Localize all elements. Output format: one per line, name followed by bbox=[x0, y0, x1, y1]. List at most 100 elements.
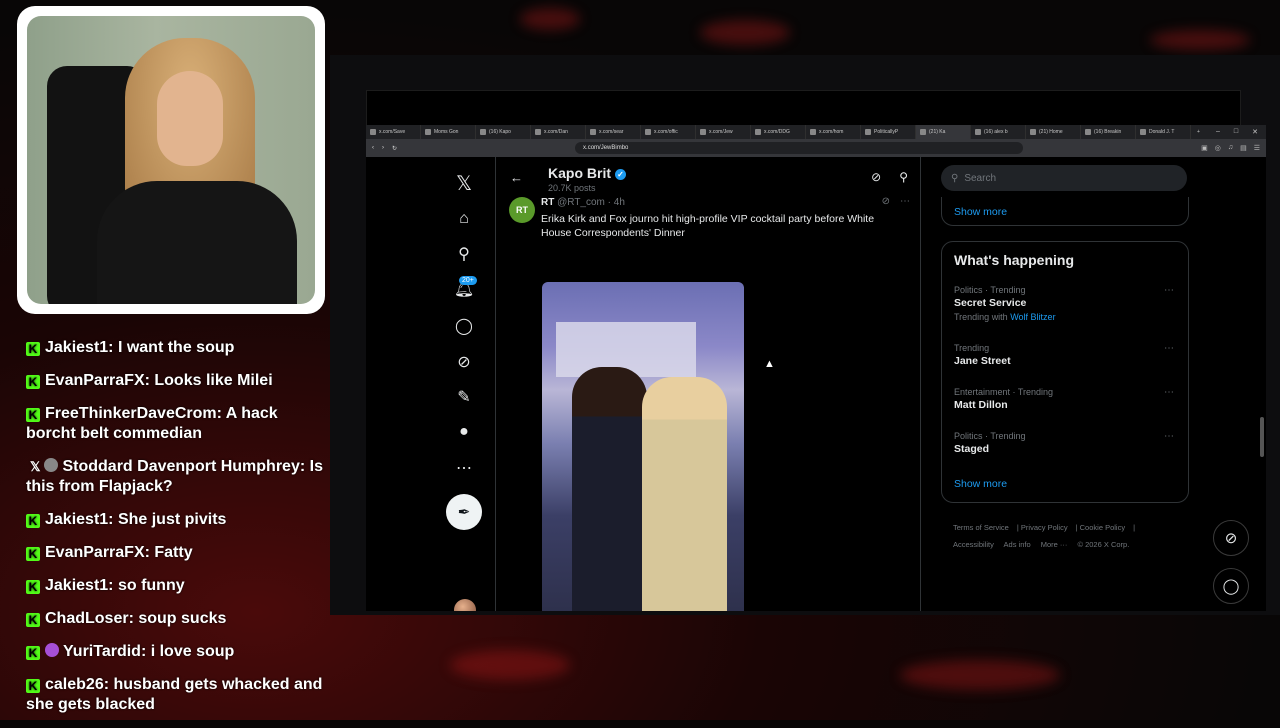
chat-message: K ChadLoser: soup sucks bbox=[26, 609, 326, 629]
show-more-link[interactable]: Show more bbox=[954, 206, 1007, 218]
account-avatar[interactable] bbox=[454, 599, 476, 611]
extension-icon[interactable]: ♫ bbox=[1228, 144, 1233, 152]
cookie-link[interactable]: Cookie Policy bbox=[1080, 523, 1125, 532]
tab-favicon-icon bbox=[810, 129, 816, 135]
trend-with-prefix: Trending with bbox=[954, 312, 1008, 322]
webcam-person-face bbox=[157, 71, 223, 166]
browser-tab[interactable]: (16) Kapo bbox=[476, 125, 531, 139]
x-logo-icon[interactable]: 𝕏 bbox=[446, 165, 482, 201]
chat-text: : Fatty bbox=[144, 544, 193, 561]
menu-icon[interactable]: ☰ bbox=[1254, 144, 1260, 152]
more-link[interactable]: More ··· bbox=[1041, 540, 1068, 549]
back-nav-icon[interactable]: ‹ bbox=[372, 145, 374, 151]
profile-timeline: ← Kapo Brit ✓ 20.7K posts ⊘ ⚲ RT RT @RT_c… bbox=[495, 157, 921, 611]
new-tab-icon[interactable]: + bbox=[1191, 129, 1206, 135]
tab-favicon-icon bbox=[1030, 129, 1036, 135]
url-field[interactable]: x.com/JewBimbo bbox=[575, 142, 1024, 154]
tab-label: x.com/hom bbox=[819, 129, 844, 135]
chat-message: K Jakiest1: so funny bbox=[26, 576, 326, 596]
back-arrow-icon[interactable]: ← bbox=[510, 170, 523, 185]
extension-icon[interactable]: ▣ bbox=[1201, 144, 1208, 152]
tweet-handle[interactable]: @RT_com · 4h bbox=[557, 197, 625, 208]
browser-tab[interactable]: (21) Home bbox=[1026, 125, 1081, 139]
extension-icon[interactable]: ◎ bbox=[1215, 144, 1221, 152]
background-bokeh bbox=[900, 660, 1060, 690]
extension-icon[interactable]: ▤ bbox=[1240, 144, 1247, 152]
message-icon[interactable]: ◯ bbox=[446, 308, 482, 344]
search-icon[interactable]: ⚲ bbox=[899, 170, 908, 184]
chat-message: K FreeThinkerDaveCrom: A hack borcht belt… bbox=[26, 404, 326, 444]
person-icon[interactable]: ● bbox=[446, 414, 482, 450]
browser-tab[interactable]: Moms Gon bbox=[421, 125, 476, 139]
tweet-photo[interactable] bbox=[542, 282, 744, 611]
trend-item[interactable]: Politics · Trending Secret Service Trend… bbox=[954, 285, 1180, 322]
whats-happening-box: What's happening Politics · Trending Sec… bbox=[941, 241, 1189, 503]
search-icon[interactable]: ⚲ bbox=[446, 236, 482, 272]
grok-icon[interactable]: ⊘ bbox=[882, 196, 890, 207]
trend-with-link[interactable]: Wolf Blitzer bbox=[1010, 312, 1055, 322]
forward-nav-icon[interactable]: › bbox=[382, 145, 384, 151]
webcam-frame bbox=[17, 6, 325, 314]
grok-icon[interactable]: ⊘ bbox=[871, 170, 881, 184]
browser-tab[interactable]: x.com/sear bbox=[586, 125, 641, 139]
trend-name: Jane Street bbox=[954, 355, 1011, 367]
kick-platform-icon: K bbox=[26, 580, 40, 594]
tweet-author[interactable]: RT bbox=[541, 197, 554, 208]
tab-favicon-icon bbox=[1140, 129, 1146, 135]
accessibility-link[interactable]: Accessibility bbox=[953, 540, 994, 549]
whats-happening-title: What's happening bbox=[954, 252, 1074, 268]
minimize-icon[interactable]: – bbox=[1216, 128, 1220, 136]
show-more-link[interactable]: Show more bbox=[954, 478, 1007, 490]
background-bokeh bbox=[700, 20, 790, 45]
browser-tab[interactable]: x.com/hom bbox=[806, 125, 861, 139]
more-icon[interactable]: ⋯ bbox=[1164, 343, 1174, 354]
chat-message: K EvanParraFX: Looks like Milei bbox=[26, 371, 326, 391]
grok-icon[interactable]: ⊘ bbox=[1213, 520, 1249, 556]
more-icon[interactable]: ⋯ bbox=[1164, 387, 1174, 398]
chat-username: ChadLoser bbox=[45, 610, 129, 627]
webcam-person-body bbox=[97, 181, 297, 304]
home-icon[interactable]: ⌂ bbox=[446, 201, 482, 237]
trend-item[interactable]: Politics · Trending Staged ⋯ bbox=[954, 431, 1180, 455]
post-count: 20.7K posts bbox=[548, 183, 596, 193]
more-icon[interactable]: ⋯ bbox=[1164, 285, 1174, 296]
tweet-tools: ⊘ ⋯ bbox=[882, 196, 910, 207]
browser-tab[interactable]: x.com/DDG bbox=[751, 125, 806, 139]
browser-tab[interactable]: x.com/Dan bbox=[531, 125, 586, 139]
chat-username: Stoddard Davenport Humphrey bbox=[62, 458, 300, 475]
trend-item[interactable]: Trending Jane Street ⋯ bbox=[954, 343, 1180, 367]
scrollbar[interactable] bbox=[1260, 417, 1264, 457]
chat-text: : so funny bbox=[108, 577, 185, 594]
browser-tab[interactable]: x.com/Save bbox=[366, 125, 421, 139]
x-platform-icon: 𝕏 bbox=[30, 459, 41, 474]
message-icon[interactable]: ◯ bbox=[1213, 568, 1249, 604]
close-icon[interactable]: ✕ bbox=[1252, 128, 1258, 136]
browser-tab[interactable]: PoliticallyP bbox=[861, 125, 916, 139]
grok-icon[interactable]: ⊘ bbox=[446, 344, 482, 380]
tab-favicon-icon bbox=[645, 129, 651, 135]
trend-category: Trending bbox=[954, 343, 990, 353]
trend-item[interactable]: Entertainment · Trending Matt Dillon ⋯ bbox=[954, 387, 1180, 411]
browser-tab[interactable]: x.com/Jew bbox=[696, 125, 751, 139]
reload-icon[interactable]: ↻ bbox=[392, 145, 397, 152]
browser-tab[interactable]: (21) Ka bbox=[916, 125, 971, 139]
compose-icon[interactable]: ✒ bbox=[446, 494, 482, 530]
more-icon[interactable]: ⋯ bbox=[446, 450, 482, 486]
more-icon[interactable]: ⋯ bbox=[1164, 431, 1174, 442]
browser-tab[interactable]: Donald J. T bbox=[1136, 125, 1191, 139]
ads-link[interactable]: Ads info bbox=[1004, 540, 1031, 549]
search-input[interactable]: ⚲ Search bbox=[941, 165, 1187, 191]
tweet-avatar[interactable]: RT bbox=[509, 197, 535, 223]
privacy-link[interactable]: Privacy Policy bbox=[1021, 523, 1068, 532]
terms-link[interactable]: Terms of Service bbox=[953, 523, 1009, 532]
chat-text: : i love soup bbox=[140, 643, 235, 660]
maximize-icon[interactable]: □ bbox=[1234, 128, 1238, 136]
browser-tab[interactable]: (16) alex b bbox=[971, 125, 1026, 139]
list-icon[interactable]: ✎ bbox=[446, 379, 482, 415]
browser-window: x.com/Save Moms Gon (16) Kapo x.com/Dan x.co… bbox=[366, 125, 1266, 611]
more-icon[interactable]: ⋯ bbox=[900, 196, 910, 207]
browser-tab[interactable]: x.com/offic bbox=[641, 125, 696, 139]
bell-icon[interactable]: 🔔︎ 20+ bbox=[446, 271, 482, 307]
kick-platform-icon: K bbox=[26, 514, 40, 528]
browser-tab[interactable]: (16) Breakin bbox=[1081, 125, 1136, 139]
